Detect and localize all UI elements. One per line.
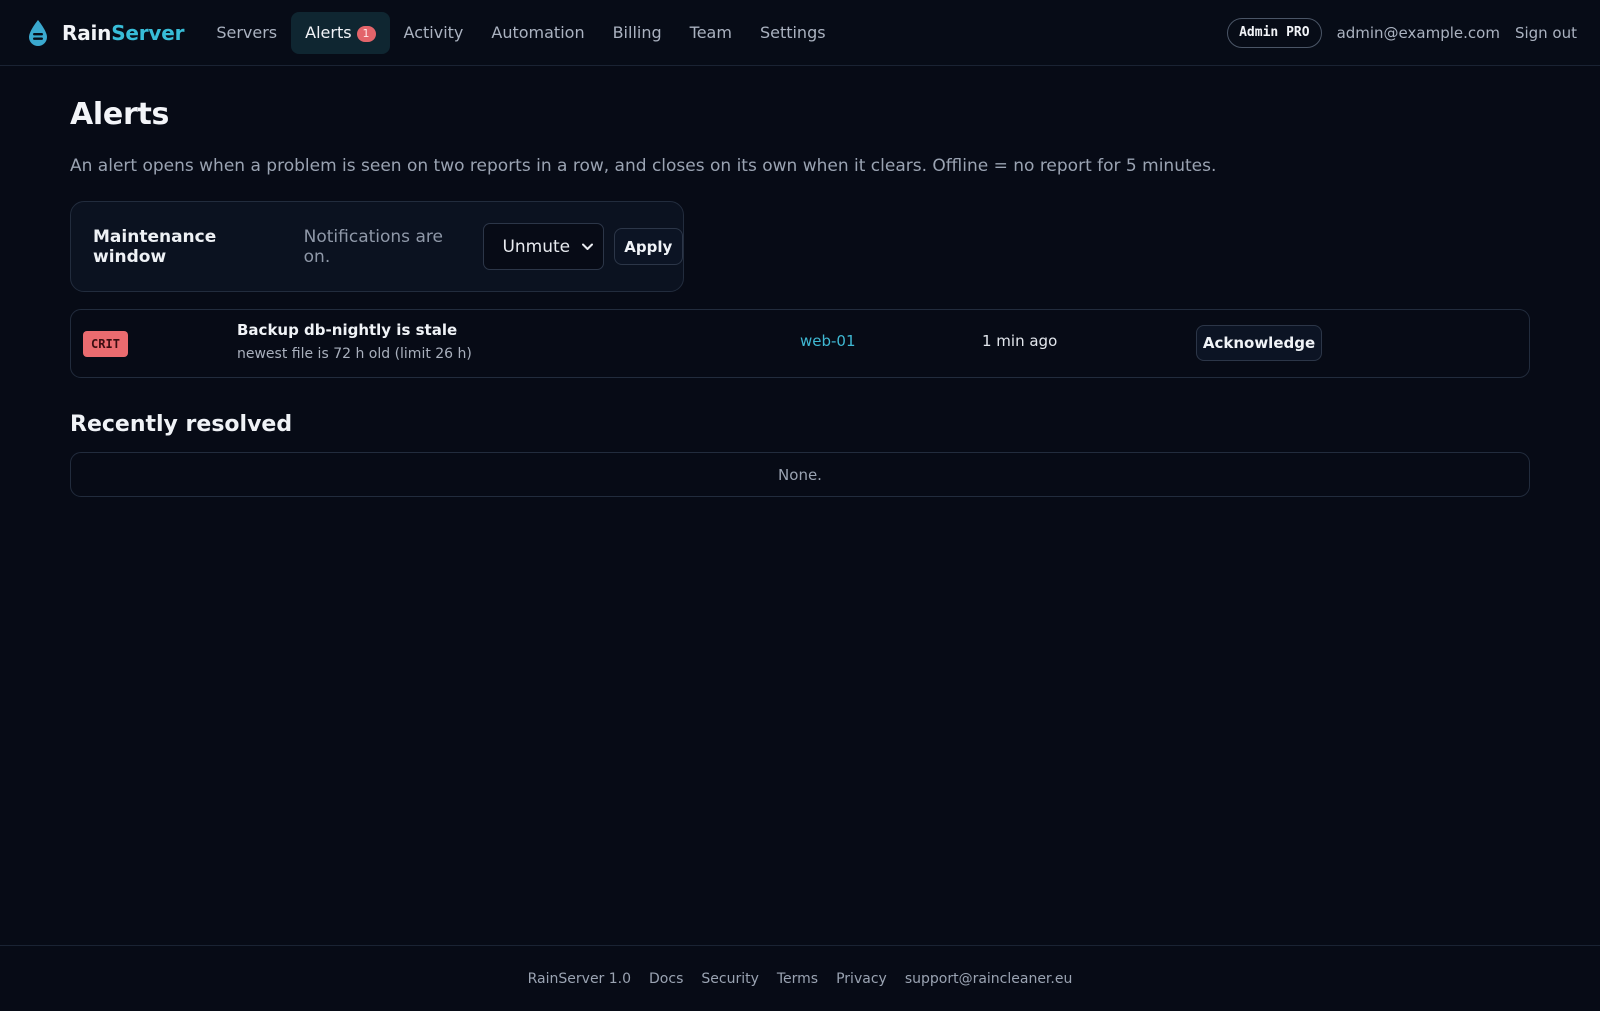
nav-item-activity[interactable]: Activity [390,12,478,54]
alert-host-link[interactable]: web-01 [800,332,856,350]
nav-item-label: Billing [612,22,662,42]
footer-link-support-email[interactable]: support@raincleaner.eu [905,971,1073,987]
main-nav: Servers Alerts 1 Activity Automation Bill… [202,11,840,54]
top-navigation-bar: RainServer Servers Alerts 1 Activity Auto… [0,0,1600,66]
resolved-heading: Recently resolved [70,412,293,437]
main-content: Alerts An alert opens when a problem is … [70,66,1530,497]
droplet-icon [29,19,47,46]
chevron-down-icon [581,243,593,250]
alert-time: 1 min ago [982,332,1058,350]
apply-button[interactable]: Apply [613,228,684,265]
page-description: An alert opens when a problem is seen on… [70,156,1217,176]
acknowledge-button[interactable]: Acknowledge [1196,325,1322,361]
resolved-empty-text: None. [778,465,822,484]
page-title: Alerts [70,97,170,132]
nav-item-settings[interactable]: Settings [746,12,840,54]
mute-select[interactable]: Unmute [483,223,604,270]
brand-name-primary: Rain [62,20,112,45]
footer-link-docs[interactable]: Docs [649,971,683,987]
severity-badge: CRIT [83,331,128,357]
footer-link-terms[interactable]: Terms [777,971,818,987]
nav-item-billing[interactable]: Billing [599,12,676,54]
mute-select-value: Unmute [502,236,571,257]
brand-name-accent: Server [111,20,185,45]
nav-item-label: Servers [216,22,278,42]
footer-version: RainServer 1.0 [527,970,632,987]
nav-item-label: Automation [491,22,585,42]
footer: RainServer 1.0 Docs Security Terms Priva… [0,945,1600,1011]
alerts-count-badge: 1 [356,25,376,42]
nav-item-team[interactable]: Team [676,12,746,54]
maintenance-window-panel: Maintenance window Notifications are on.… [70,201,684,292]
account-area: Admin PRO admin@example.com Sign out [1227,17,1577,48]
maintenance-title: Maintenance window [93,226,217,267]
nav-item-label: Alerts [305,22,352,42]
notification-status: Notifications are on. [303,226,443,267]
nav-item-alerts[interactable]: Alerts 1 [291,11,390,54]
nav-item-servers[interactable]: Servers [202,12,291,54]
alert-row: CRIT Backup db-nightly is stale newest f… [70,309,1530,378]
nav-item-automation[interactable]: Automation [477,12,598,54]
nav-item-label: Settings [759,22,826,42]
alert-title: Backup db-nightly is stale [237,321,458,339]
nav-item-label: Activity [403,22,464,42]
resolved-empty-state: None. [70,452,1530,497]
plan-badge: Admin PRO [1227,17,1322,48]
alert-detail: newest file is 72 h old (limit 26 h) [237,346,472,362]
sign-out-link[interactable]: Sign out [1515,24,1577,42]
brand[interactable]: RainServer [27,19,185,47]
nav-item-label: Team [689,22,732,42]
footer-link-security[interactable]: Security [701,971,759,987]
footer-link-privacy[interactable]: Privacy [836,971,887,987]
brand-name: RainServer [62,20,185,45]
user-email: admin@example.com [1336,23,1500,42]
